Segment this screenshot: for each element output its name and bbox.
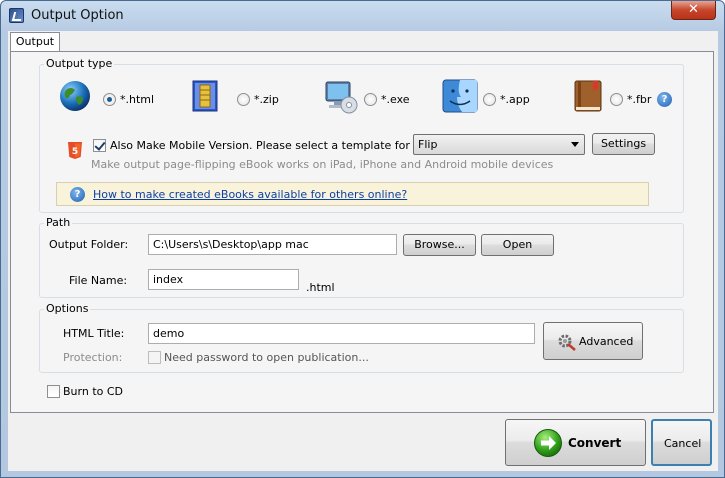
radio-zip[interactable] — [237, 93, 250, 106]
browse-button[interactable]: Browse... — [403, 234, 476, 256]
tab-output[interactable]: Output — [10, 32, 60, 52]
radio-app[interactable] — [483, 93, 496, 106]
app-icon — [9, 8, 24, 23]
output-tab-panel: Output type *.html *.zip *.exe *.app *.f… — [10, 51, 714, 413]
open-button[interactable]: Open — [481, 234, 554, 256]
mobile-template-select[interactable]: Flip — [413, 134, 585, 155]
convert-button-label: Convert — [568, 436, 622, 450]
radio-zip-label[interactable]: *.zip — [254, 93, 279, 106]
file-name-input[interactable]: index — [148, 269, 299, 290]
radio-exe-label[interactable]: *.exe — [381, 93, 410, 106]
output-option-window: Output Option ✕ Output Output type *.htm… — [0, 0, 725, 478]
mobile-template-value: Flip — [418, 138, 438, 151]
zip-archive-icon — [192, 80, 218, 112]
computer-cd-icon — [325, 81, 358, 114]
arrow-right-icon — [534, 429, 562, 457]
dialog-body: Output Output type *.html *.zip *.exe *.… — [8, 31, 718, 471]
password-label: Need password to open publication... — [164, 351, 369, 364]
advanced-button-label: Advanced — [579, 335, 634, 348]
help-link[interactable]: How to make created eBooks available for… — [93, 188, 407, 201]
password-checkbox[interactable] — [148, 351, 161, 364]
chevron-down-icon — [571, 142, 579, 147]
html-title-label: HTML Title: — [63, 327, 125, 340]
radio-html[interactable] — [103, 93, 116, 106]
mac-finder-icon — [442, 79, 478, 113]
radio-app-label[interactable]: *.app — [500, 93, 530, 106]
radio-fbr-label[interactable]: *.fbr — [627, 93, 651, 106]
help-icon: ? — [70, 187, 85, 202]
path-label: Path — [44, 216, 73, 229]
radio-exe[interactable] — [364, 93, 377, 106]
html5-icon: 5 — [68, 142, 82, 159]
settings-button[interactable]: Settings — [592, 133, 655, 155]
output-folder-input[interactable]: C:\Users\s\Desktop\app mac — [148, 234, 397, 255]
html-title-input[interactable]: demo — [148, 323, 535, 344]
protection-label: Protection: — [63, 351, 123, 364]
close-button[interactable]: ✕ — [671, 1, 716, 20]
advanced-button[interactable]: Advanced — [543, 322, 643, 360]
convert-button[interactable]: Convert — [505, 419, 646, 466]
help-info-bar: ? How to make created eBooks available f… — [56, 182, 649, 206]
path-group: Path Output Folder: C:\Users\s\Desktop\a… — [39, 216, 684, 298]
file-extension-label: .html — [306, 281, 335, 294]
output-type-group: Output type *.html *.zip *.exe *.app *.f… — [39, 57, 684, 213]
title-bar[interactable]: Output Option ✕ — [1, 1, 724, 31]
radio-html-label[interactable]: *.html — [120, 93, 154, 106]
globe-icon — [60, 81, 90, 111]
help-icon[interactable]: ? — [657, 92, 672, 107]
window-title: Output Option — [31, 8, 124, 23]
radio-fbr[interactable] — [610, 93, 623, 106]
burn-cd-checkbox[interactable] — [47, 385, 60, 398]
output-type-label: Output type — [44, 57, 115, 70]
options-label: Options — [44, 302, 91, 315]
output-folder-label: Output Folder: — [49, 238, 129, 251]
mobile-hint-text: Make output page-flipping eBook works on… — [91, 158, 554, 171]
svg-text:5: 5 — [72, 147, 78, 157]
gear-icon — [558, 334, 576, 351]
mobile-version-checkbox[interactable] — [93, 139, 106, 152]
cancel-button[interactable]: Cancel — [651, 419, 712, 466]
cancel-button-label: Cancel — [664, 437, 702, 450]
burn-cd-label[interactable]: Burn to CD — [63, 385, 123, 398]
book-icon — [574, 80, 602, 112]
mobile-version-label[interactable]: Also Make Mobile Version. Please select … — [110, 139, 454, 152]
file-name-label: File Name: — [69, 274, 128, 287]
options-group: Options HTML Title: demo Advanced Protec… — [39, 302, 684, 373]
